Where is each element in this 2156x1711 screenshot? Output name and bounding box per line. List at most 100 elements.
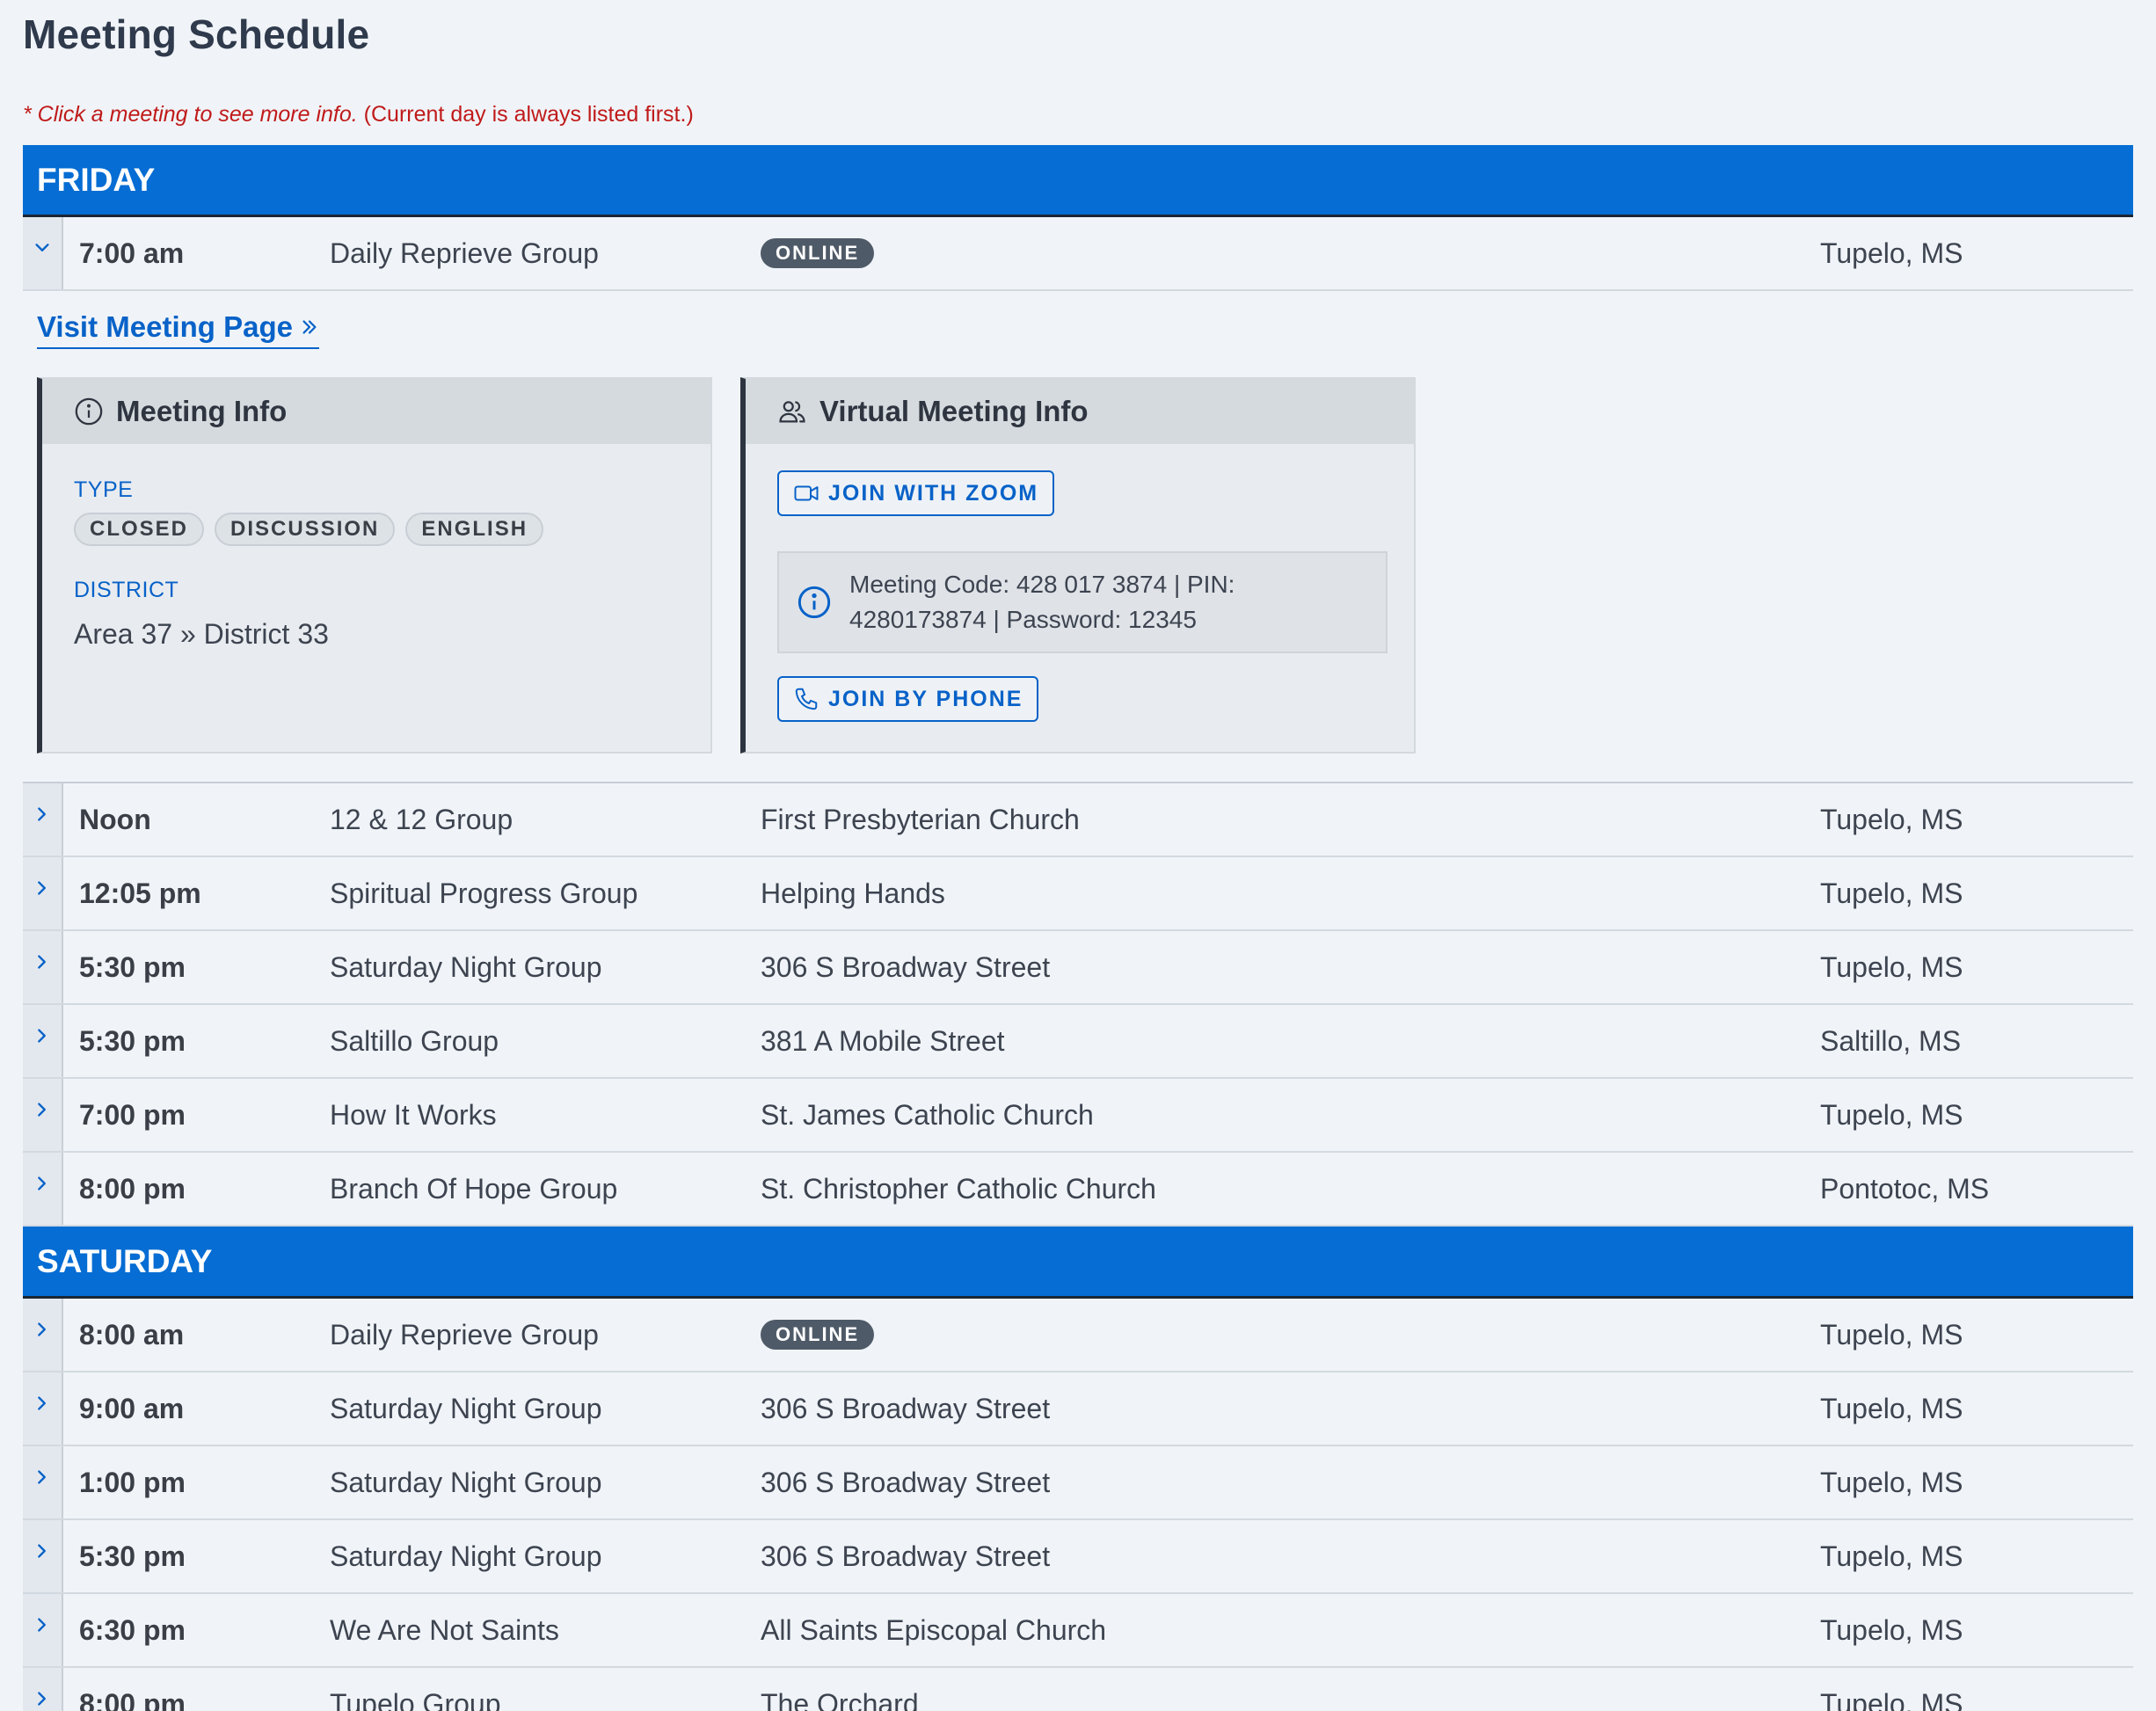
- hint-italic: * Click a meeting to see more info.: [23, 102, 358, 127]
- expand-toggle[interactable]: [23, 1299, 63, 1371]
- meeting-location: Helping Hands: [761, 877, 945, 909]
- expand-toggle[interactable]: [23, 217, 63, 289]
- meeting-name: Spiritual Progress Group: [330, 877, 638, 909]
- meeting-row[interactable]: 5:30 pm Saturday Night Group 306 S Broadwa…: [23, 931, 2133, 1005]
- meeting-row[interactable]: 9:00 am Saturday Night Group 306 S Broadwa…: [23, 1372, 2133, 1446]
- meeting-location: 381 A Mobile Street: [761, 1024, 1005, 1057]
- meeting-name: We Are Not Saints: [330, 1613, 559, 1646]
- chevron-right-icon: [38, 1618, 46, 1632]
- page-title: Meeting Schedule: [23, 11, 370, 57]
- meeting-location: First Presbyterian Church: [761, 803, 1080, 835]
- meeting-code-box: Meeting Code: 428 017 3874 | PIN: 428017…: [777, 551, 1388, 653]
- meeting-code-text: Meeting Code: 428 017 3874 | PIN: 428017…: [849, 571, 1235, 633]
- meeting-row[interactable]: 12:05 pm Spiritual Progress Group Helping …: [23, 857, 2133, 931]
- meeting-region: Tupelo, MS: [1820, 1613, 1963, 1646]
- meeting-row[interactable]: Noon 12 & 12 Group First Presbyterian Chur…: [23, 783, 2133, 857]
- expand-toggle[interactable]: [23, 783, 63, 856]
- meeting-name: Saturday Night Group: [330, 1392, 602, 1424]
- meeting-region: Tupelo, MS: [1820, 1687, 1963, 1711]
- meeting-row[interactable]: 8:00 am Daily Reprieve Group ONLINE Tupelo,…: [23, 1299, 2133, 1372]
- meeting-location: 306 S Broadway Street: [761, 1540, 1051, 1572]
- meeting-time: 8:00 am: [79, 1318, 185, 1351]
- expand-toggle[interactable]: [23, 857, 63, 929]
- phone-icon: [795, 688, 818, 710]
- meeting-location: 306 S Broadway Street: [761, 1392, 1051, 1424]
- meeting-time: 7:00 pm: [79, 1098, 186, 1131]
- meeting-row[interactable]: 7:00 am Daily Reprieve Group ONLINE Tupelo,…: [23, 217, 2133, 291]
- chevron-right-icon: [38, 1544, 46, 1558]
- join-with-zoom-label: JOIN WITH ZOOM: [828, 480, 1039, 506]
- type-label: TYPE: [74, 477, 134, 502]
- day-name: SATURDAY: [37, 1242, 213, 1279]
- meeting-region: Tupelo, MS: [1820, 950, 1963, 983]
- online-badge: ONLINE: [761, 1320, 875, 1350]
- meeting-info-header: Meeting Info: [42, 379, 710, 444]
- meeting-region: Tupelo, MS: [1820, 1392, 1963, 1424]
- meeting-name: Daily Reprieve Group: [330, 1318, 599, 1351]
- meeting-time: Noon: [79, 803, 151, 835]
- meeting-name: How It Works: [330, 1098, 497, 1131]
- meeting-time: 8:00 pm: [79, 1172, 186, 1205]
- virtual-meeting-info-panel: Virtual Meeting Info JOIN WITH ZOOM Meet…: [740, 377, 1416, 754]
- meeting-name: Saturday Night Group: [330, 1540, 602, 1572]
- expand-toggle[interactable]: [23, 1446, 63, 1518]
- expand-toggle[interactable]: [23, 931, 63, 1003]
- type-tags: CLOSED DISCUSSION ENGLISH: [74, 513, 554, 546]
- expand-toggle[interactable]: [23, 1372, 63, 1445]
- chevron-right-icon: [38, 1176, 46, 1190]
- meeting-time: 5:30 pm: [79, 1024, 186, 1057]
- meeting-region: Tupelo, MS: [1820, 1098, 1963, 1131]
- meeting-region: Pontotoc, MS: [1820, 1172, 1990, 1205]
- meeting-row[interactable]: 8:00 pm Branch Of Hope Group St. Christoph…: [23, 1153, 2133, 1227]
- chevron-right-icon: [38, 955, 46, 969]
- users-icon: [779, 401, 805, 423]
- join-by-phone-label: JOIN BY PHONE: [828, 686, 1023, 711]
- expand-toggle[interactable]: [23, 1079, 63, 1151]
- meeting-row[interactable]: 8:00 pm Tupelo Group The Orchard Tupelo, MS: [23, 1668, 2133, 1711]
- meeting-time: 6:30 pm: [79, 1613, 186, 1646]
- meeting-name: Tupelo Group: [330, 1687, 501, 1711]
- meeting-row[interactable]: 7:00 pm How It Works St. James Catholic Ch…: [23, 1079, 2133, 1153]
- type-tag: ENGLISH: [405, 513, 544, 546]
- meeting-name: Branch Of Hope Group: [330, 1172, 618, 1205]
- join-by-phone-button[interactable]: JOIN BY PHONE: [777, 676, 1039, 722]
- visit-link-label: Visit Meeting Page: [37, 310, 293, 343]
- meeting-time: 1:00 pm: [79, 1466, 186, 1498]
- type-tag: DISCUSSION: [215, 513, 396, 546]
- double-chevron-right-icon: [302, 320, 317, 334]
- type-tag: CLOSED: [74, 513, 205, 546]
- meeting-region: Tupelo, MS: [1820, 1466, 1963, 1498]
- expand-toggle[interactable]: [23, 1668, 63, 1711]
- meeting-location: All Saints Episcopal Church: [761, 1613, 1107, 1646]
- meeting-row[interactable]: 5:30 pm Saturday Night Group 306 S Broadwa…: [23, 1520, 2133, 1594]
- day-header: FRIDAY: [23, 145, 2133, 217]
- expand-toggle[interactable]: [23, 1153, 63, 1225]
- expand-toggle[interactable]: [23, 1005, 63, 1077]
- meeting-time: 8:00 pm: [79, 1687, 186, 1711]
- info-circle-icon: [75, 397, 103, 426]
- chevron-right-icon: [38, 1470, 46, 1484]
- district-value: Area 37 » District 33: [74, 618, 329, 650]
- day-name: FRIDAY: [37, 161, 156, 198]
- meeting-row[interactable]: 5:30 pm Saltillo Group 381 A Mobile Street…: [23, 1005, 2133, 1079]
- meeting-row[interactable]: 6:30 pm We Are Not Saints All Saints Episc…: [23, 1594, 2133, 1668]
- virtual-meeting-info-title: Virtual Meeting Info: [819, 395, 1089, 427]
- meeting-name: Saltillo Group: [330, 1024, 499, 1057]
- meeting-region: Tupelo, MS: [1820, 877, 1963, 909]
- meeting-info-panel: Meeting Info TYPE CLOSED DISCUSSION ENGLIS…: [37, 377, 712, 754]
- hint-text: * Click a meeting to see more info. (Cur…: [23, 102, 694, 127]
- day-header: SATURDAY: [23, 1227, 2133, 1299]
- meeting-time: 5:30 pm: [79, 1540, 186, 1572]
- district-label: DISTRICT: [74, 578, 179, 602]
- join-with-zoom-button[interactable]: JOIN WITH ZOOM: [777, 470, 1055, 516]
- meeting-name: 12 & 12 Group: [330, 803, 514, 835]
- meeting-location: 306 S Broadway Street: [761, 950, 1051, 983]
- meeting-row[interactable]: 1:00 pm Saturday Night Group 306 S Broadwa…: [23, 1446, 2133, 1520]
- meeting-region: Tupelo, MS: [1820, 1540, 1963, 1572]
- chevron-down-icon: [35, 244, 49, 251]
- expand-toggle[interactable]: [23, 1520, 63, 1592]
- expand-toggle[interactable]: [23, 1594, 63, 1666]
- visit-meeting-page-link[interactable]: Visit Meeting Page: [37, 310, 319, 349]
- chevron-right-icon: [38, 1396, 46, 1410]
- hint-rest: (Current day is always listed first.): [357, 102, 694, 127]
